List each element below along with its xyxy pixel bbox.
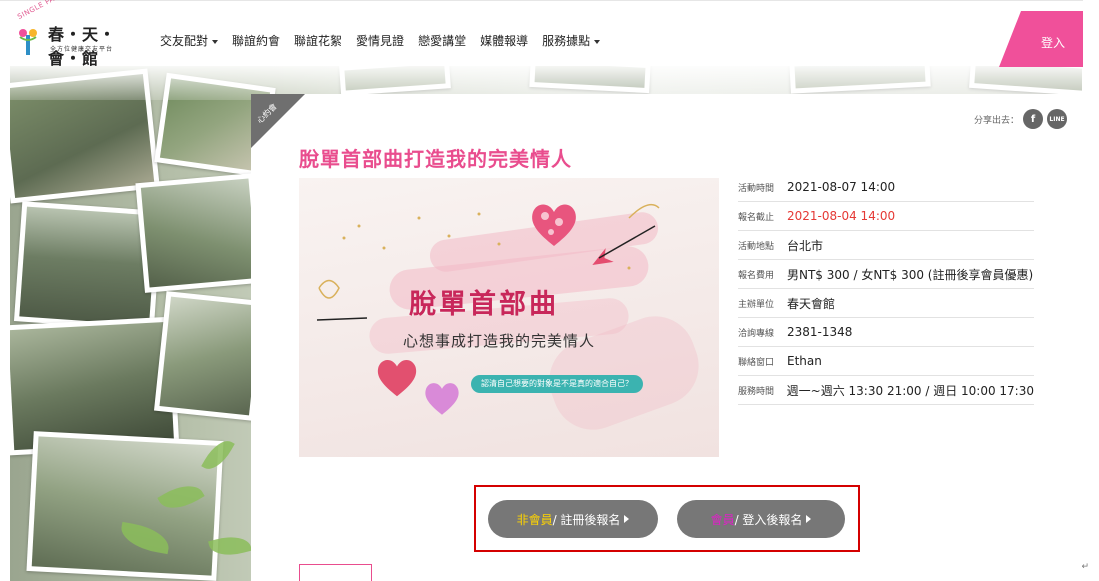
nav-item-label: 服務據點: [542, 34, 591, 48]
non-member-action: / 註冊後報名: [552, 512, 621, 527]
page: SINGLE PARTY 春‧天‧會‧館 全方位健康交友平台 交友配對 聯誼約會聯…: [0, 0, 1099, 581]
play-arrow-icon: [624, 515, 630, 523]
nav-item[interactable]: 媒體報導: [480, 32, 528, 49]
info-label: 聯絡窗口: [738, 357, 775, 368]
info-value: 2021-08-07 14:00: [787, 180, 896, 194]
share-label: 分享出去：: [973, 115, 1019, 126]
nav-item-label: 愛情見證: [356, 34, 405, 48]
nav-item[interactable]: 交友配對: [160, 32, 219, 49]
info-label: 報名截止: [738, 212, 775, 223]
site-logo[interactable]: SINGLE PARTY 春‧天‧會‧館 全方位健康交友平台: [14, 0, 144, 68]
line-share-icon[interactable]: LINE: [1047, 109, 1067, 129]
info-row: 報名費用 男NT$ 300 / 女NT$ 300 (註冊後享會員優惠): [738, 260, 1034, 289]
signup-button-group: 非會員 / 註冊後報名 會員 / 登入後報名: [474, 485, 860, 552]
info-value: 2381-1348: [787, 325, 853, 339]
logo-arc-text: SINGLE PARTY: [16, 0, 69, 21]
info-label: 活動時間: [738, 183, 775, 194]
logo-subtitle: 全方位健康交友平台: [50, 46, 114, 53]
non-member-label: 非會員: [516, 512, 553, 527]
logo-tree-icon: [19, 29, 37, 55]
event-card: 心約會 分享出去： f LINE 脫單首部曲打造我的完美情人 脫單首部曲 心想事…: [251, 94, 1082, 581]
info-label: 報名費用: [738, 270, 775, 281]
nav-item-label: 聯誼約會: [232, 34, 281, 48]
info-row: 主辦單位 春天會館: [738, 289, 1034, 318]
main-nav: 交友配對 聯誼約會 聯誼花絮 愛情見證 戀愛講堂 媒體報導 服務據點: [160, 32, 601, 49]
content-tab[interactable]: [299, 564, 372, 581]
nav-item-label: 交友配對: [160, 34, 209, 48]
event-title: 脫單首部曲打造我的完美情人: [299, 147, 572, 171]
info-label: 洽詢專線: [738, 328, 775, 339]
caret-down-icon: [594, 39, 601, 44]
info-label: 活動地點: [738, 241, 775, 252]
info-value: Ethan: [787, 354, 822, 368]
banner-headline: 脫單首部曲: [409, 289, 559, 320]
collage-photo: [26, 431, 224, 581]
facebook-share-icon[interactable]: f: [1023, 109, 1043, 129]
event-info-list: 活動時間 2021-08-07 14:00 報名截止 2021-08-04 14:00…: [738, 173, 1034, 405]
info-label: 服務時間: [738, 386, 775, 397]
info-row: 洽詢專線 2381-1348: [738, 318, 1034, 347]
non-member-signup-button[interactable]: 非會員 / 註冊後報名: [488, 500, 658, 538]
nav-item[interactable]: 服務據點: [542, 32, 601, 49]
member-label: 會員: [710, 512, 735, 527]
play-arrow-icon: [806, 515, 812, 523]
info-row: 聯絡窗口 Ethan: [738, 347, 1034, 376]
nav-item[interactable]: 聯誼花絮: [294, 32, 342, 49]
info-value: 春天會館: [787, 296, 836, 311]
nav-item[interactable]: 聯誼約會: [232, 32, 280, 49]
site-header: SINGLE PARTY 春‧天‧會‧館 全方位健康交友平台 交友配對 聯誼約會聯…: [0, 0, 1099, 68]
info-value: 男NT$ 300 / 女NT$ 300 (註冊後享會員優惠): [787, 267, 1034, 282]
info-value: 週一~週六 13:30 21:00 / 週日 10:00 17:30: [786, 383, 1034, 398]
share-bar: 分享出去： f LINE: [974, 109, 1067, 129]
info-row: 活動時間 2021-08-07 14:00: [738, 173, 1034, 202]
event-banner-image: 脫單首部曲 心想事成打造我的完美情人 認清自己想要的對象是不是真的適合自己？: [299, 178, 719, 457]
info-row: 服務時間 週一~週六 13:30 21:00 / 週日 10:00 17:30: [738, 376, 1034, 405]
member-signup-button[interactable]: 會員 / 登入後報名: [677, 500, 845, 538]
banner-pill-text: 認清自己想要的對象是不是真的適合自己？: [471, 375, 643, 393]
nav-item-label: 聯誼花絮: [294, 34, 343, 48]
login-link[interactable]: 登入: [1041, 34, 1065, 51]
nav-item[interactable]: 戀愛講堂: [418, 32, 466, 49]
nav-item[interactable]: 愛情見證: [356, 32, 404, 49]
info-row: 活動地點 台北市: [738, 231, 1034, 260]
banner-subline: 心想事成打造我的完美情人: [403, 332, 596, 350]
info-label: 主辦單位: [738, 299, 775, 310]
info-value: 台北市: [787, 238, 824, 253]
nav-item-label: 戀愛講堂: [418, 34, 467, 48]
scroll-indicator-icon: ↵: [1081, 562, 1089, 572]
caret-down-icon: [212, 39, 219, 44]
member-action: / 登入後報名: [734, 512, 803, 527]
collage-photo: [154, 291, 266, 421]
window-right-edge: [1083, 0, 1099, 581]
info-value: 2021-08-04 14:00: [787, 209, 896, 223]
info-row: 報名截止 2021-08-04 14:00: [738, 202, 1034, 231]
collage-photo: [135, 173, 263, 293]
nav-item-label: 媒體報導: [480, 34, 529, 48]
